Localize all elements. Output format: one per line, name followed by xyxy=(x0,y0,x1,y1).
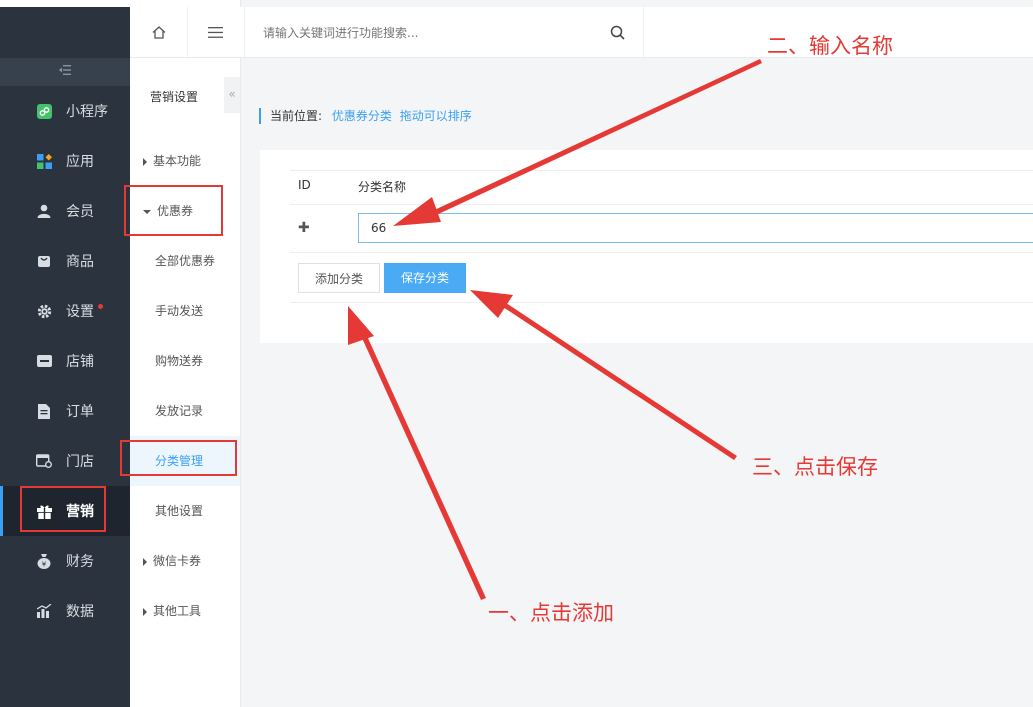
annotation-step-3: 三、点击保存 xyxy=(752,455,878,479)
arrow-to-input xyxy=(393,59,762,226)
arrow-to-add xyxy=(348,306,486,600)
annotation-step-2: 二、输入名称 xyxy=(767,34,893,58)
annotation-step-1: 一、点击添加 xyxy=(488,601,614,625)
arrow-to-save xyxy=(470,290,737,460)
